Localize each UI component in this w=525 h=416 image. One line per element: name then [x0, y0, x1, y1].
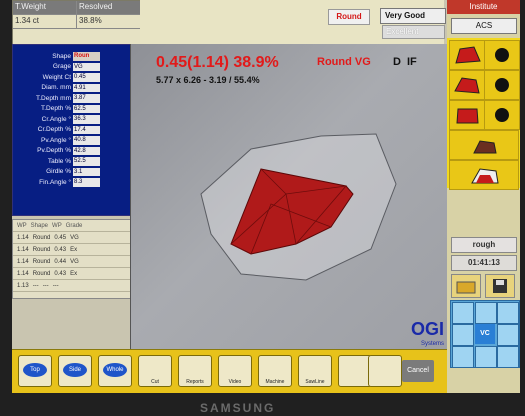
- param-row: Diam. mm 4.91: [13, 83, 131, 94]
- nav-down-icon[interactable]: [475, 346, 497, 368]
- polish-grade-select[interactable]: Excellent: [382, 25, 445, 39]
- parameters-panel: Shape Roun Grage VG Weight Ct 0.45 Diam. mm…: [12, 44, 132, 216]
- app-screen: T.Weight Resolved 1.34 ct 38.8% Shape Rou…: [12, 0, 520, 393]
- save-disk-icon[interactable]: [485, 274, 515, 298]
- shape-icon-grid: [447, 38, 520, 190]
- nav-right-icon[interactable]: [497, 324, 519, 346]
- weight-header: T.Weight: [13, 1, 77, 15]
- total-depth-mm-field[interactable]: 3.87: [73, 94, 100, 103]
- file-buttons: [451, 274, 515, 298]
- cut-grade-select[interactable]: Very Good: [380, 8, 446, 24]
- bug-icon[interactable]: [484, 40, 520, 70]
- param-row: Girdle % 3.1: [13, 167, 131, 178]
- resolved-header: Resolved: [77, 1, 141, 15]
- total-depth-pct-field[interactable]: 62.5: [73, 104, 100, 113]
- whole-view-button[interactable]: Whole: [98, 355, 132, 387]
- machine-label: Machine: [265, 379, 285, 385]
- crown-depth-field[interactable]: 17.4: [73, 125, 100, 134]
- weight-table: T.Weight Resolved 1.34 ct 38.8%: [12, 0, 142, 46]
- history-header: WP Shape WP Grade: [13, 220, 131, 232]
- reports-button[interactable]: Reports: [178, 355, 212, 387]
- shape-value-field[interactable]: Roun: [73, 52, 100, 61]
- bottom-toolbar: Top Side Whole Cut Reports Video Machine…: [12, 349, 447, 393]
- side-view-button[interactable]: Side: [58, 355, 92, 387]
- diameter-value-field[interactable]: 4.91: [73, 83, 100, 92]
- ogi-logo-sub: Systems: [421, 341, 445, 347]
- top-view-icon: Top: [23, 363, 47, 377]
- param-row: Table % 52.5: [13, 156, 131, 167]
- weight-value-field[interactable]: 0.45: [73, 73, 100, 82]
- history-row[interactable]: 1.14 Round 0.44 VG: [13, 256, 131, 268]
- bug-icon[interactable]: [484, 70, 520, 100]
- nav-up-icon[interactable]: [475, 302, 497, 324]
- history-list: WP Shape WP Grade 1.14 Round 0.45 VG 1.14 Ro…: [12, 219, 132, 299]
- param-row: Cr.Angle ° 36.3: [13, 114, 131, 125]
- crown-angle-field[interactable]: 36.3: [73, 115, 100, 124]
- nav-up-right-icon[interactable]: [497, 302, 519, 324]
- video-label: Video: [228, 379, 242, 385]
- institute-label: Institute: [447, 0, 520, 14]
- history-row[interactable]: 1.14 Round 0.43 Ex: [13, 244, 131, 256]
- diamond-3d-viewport[interactable]: 0.45(1.14) 38.9% 5.77 x 6.26 - 3.19 / 55…: [130, 44, 448, 362]
- machine-button[interactable]: Machine: [258, 355, 292, 387]
- ogi-logo: OGI: [411, 319, 445, 339]
- param-row: Weight Ct 0.45: [13, 72, 131, 83]
- nav-up-left-icon[interactable]: [452, 302, 474, 324]
- nav-left-icon[interactable]: [452, 324, 474, 346]
- param-row: Grage VG: [13, 62, 131, 73]
- nav-down-right-icon[interactable]: [497, 346, 519, 368]
- rough-stone-icon[interactable]: [449, 130, 519, 160]
- video-button[interactable]: Video: [218, 355, 252, 387]
- param-row: T.Depth mm 3.87: [13, 93, 131, 104]
- diamond-model: [200, 133, 397, 281]
- pavilion-angle-field[interactable]: 40.8: [73, 136, 100, 145]
- param-row: Cr.Depth % 17.4: [13, 125, 131, 136]
- shape-selector[interactable]: Round: [328, 9, 370, 25]
- param-row: Fin.Angle ° 8.3: [13, 177, 131, 188]
- history-row[interactable]: 1.13 --- --- ---: [13, 280, 131, 292]
- param-row: Shape Roun: [13, 51, 131, 62]
- sawline-label: SawLine: [305, 379, 325, 385]
- history-row[interactable]: 1.14 Round 0.45 VG: [13, 232, 131, 244]
- shape-red-icon[interactable]: [449, 40, 485, 70]
- stamp-icon[interactable]: [338, 355, 372, 387]
- shape-red-icon[interactable]: [449, 70, 485, 100]
- nav-center-button[interactable]: VC: [475, 324, 495, 344]
- side-view-icon: Side: [63, 363, 87, 377]
- right-panel: Institute ACS rough 01:41:13 VC: [447, 0, 520, 393]
- timer-display: 01:41:13: [451, 255, 517, 271]
- resolved-value: 38.8%: [77, 15, 141, 29]
- cut-label: Cut: [151, 379, 159, 385]
- acs-button[interactable]: ACS: [451, 18, 517, 34]
- bug-icon[interactable]: [484, 100, 520, 130]
- reports-label: Reports: [186, 379, 204, 385]
- cut-button[interactable]: Cut: [138, 355, 172, 387]
- history-row[interactable]: 1.14 Round 0.43 Ex: [13, 268, 131, 280]
- param-row: Pv.Angle ° 40.8: [13, 135, 131, 146]
- grade-value-field[interactable]: VG: [73, 62, 100, 71]
- top-view-button[interactable]: Top: [18, 355, 52, 387]
- weight-value: 1.34 ct: [13, 15, 77, 29]
- top-strip: Round Very Good Excellent: [140, 0, 446, 44]
- param-row: Pv.Depth % 42.8: [13, 146, 131, 157]
- open-folder-icon[interactable]: [451, 274, 481, 298]
- sawline-button[interactable]: SawLine: [298, 355, 332, 387]
- navigation-pad: VC: [450, 300, 520, 368]
- cut-stone-icon[interactable]: [449, 160, 519, 190]
- whole-view-icon: Whole: [103, 363, 127, 377]
- girdle-pct-field[interactable]: 3.1: [73, 167, 100, 176]
- print-icon[interactable]: [368, 355, 402, 387]
- param-row: T.Depth % 62.5: [13, 104, 131, 115]
- cancel-button[interactable]: Cancel: [402, 360, 434, 382]
- monitor-brand-logo: SAMSUNG: [200, 401, 276, 415]
- fin-angle-field[interactable]: 8.3: [73, 178, 100, 187]
- shape-red-icon[interactable]: [449, 100, 485, 130]
- nav-down-left-icon[interactable]: [452, 346, 474, 368]
- pavilion-depth-field[interactable]: 42.8: [73, 146, 100, 155]
- rough-button[interactable]: rough: [451, 237, 517, 253]
- table-pct-field[interactable]: 52.5: [73, 157, 100, 166]
